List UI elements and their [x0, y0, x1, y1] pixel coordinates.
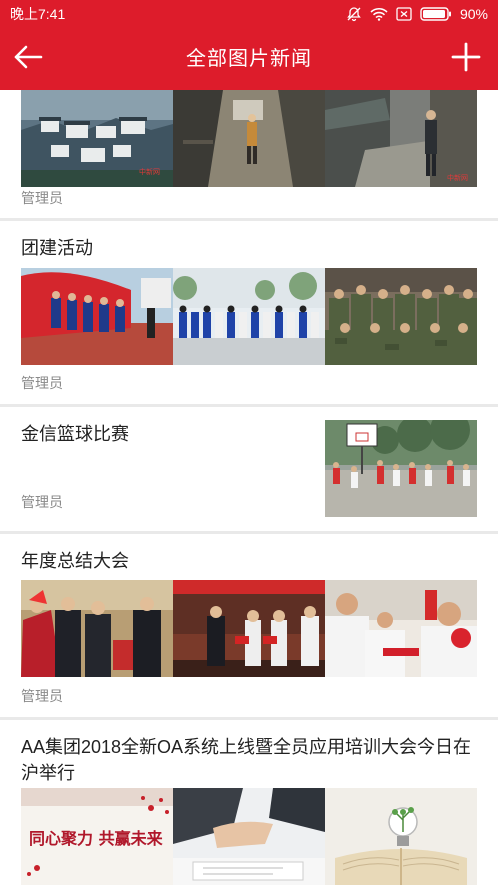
- news-card[interactable]: 金信篮球比赛 管理员: [0, 407, 498, 531]
- add-button[interactable]: [448, 41, 484, 77]
- status-time: 晚上7:41: [10, 6, 66, 22]
- news-title: 年度总结大会: [21, 551, 129, 571]
- news-thumbnail-banner: 同心聚力 共赢未来: [21, 788, 173, 885]
- news-title: 金信篮球比赛: [21, 424, 129, 444]
- news-thumbnail-basketball: [325, 420, 477, 517]
- watermark-text: 中新网: [447, 173, 468, 182]
- status-icons: 90%: [346, 6, 488, 22]
- news-thumbnail-handover: [325, 580, 477, 677]
- news-thumbnail-relay: [173, 268, 325, 365]
- sim-icon: [396, 7, 412, 21]
- news-author: 管理员: [21, 688, 63, 704]
- news-author: 管理员: [21, 375, 63, 391]
- news-author: 管理员: [21, 494, 63, 510]
- news-thumbnail-team-tent: [21, 268, 173, 365]
- news-card[interactable]: 团建活动 管理员: [0, 221, 498, 404]
- plus-icon: [451, 42, 481, 77]
- status-bar: 晚上7:41 90%: [0, 0, 498, 28]
- news-thumbnail-street: 中新网: [325, 90, 477, 187]
- news-thumbnail-military-group: [325, 268, 477, 365]
- app-header: 全部图片新闻: [0, 28, 498, 90]
- page-title: 全部图片新闻: [186, 48, 312, 70]
- news-title: AA集团2018全新OA系统上线暨全员应用培训大会今日在沪举行: [21, 737, 472, 783]
- news-thumbnail-award-ceremony: [173, 580, 325, 677]
- news-card[interactable]: 中新网 中新网 管理员: [0, 90, 498, 218]
- wifi-icon: [370, 7, 388, 21]
- news-title: 团建活动: [21, 238, 93, 258]
- news-card[interactable]: 年度总结大会 管理员: [0, 534, 498, 717]
- news-list-screen: 晚上7:41 90% 全部图片新闻 中新网 中新网 管理员 团建活动 管理员 金…: [0, 0, 498, 886]
- news-thumbnail-alley: [173, 90, 325, 187]
- news-feed: 中新网 中新网 管理员 团建活动 管理员 金信篮球比赛 管理员 年度总结大会 管…: [0, 90, 498, 886]
- news-author: 管理员: [21, 190, 63, 206]
- banner-text: 同心聚力 共赢未来: [29, 829, 164, 848]
- news-card[interactable]: AA集团2018全新OA系统上线暨全员应用培训大会今日在沪举行 同心聚力 共赢未…: [0, 720, 498, 886]
- mute-icon: [346, 6, 362, 22]
- battery-level: 90%: [459, 6, 488, 22]
- news-thumbnail-handshake: [173, 788, 325, 885]
- news-thumbnail-book-bulb: [325, 788, 477, 885]
- news-thumbnail-village: 中新网: [21, 90, 173, 187]
- battery-icon: [420, 7, 452, 21]
- watermark-text: 中新网: [139, 167, 160, 176]
- news-thumbnail-annual-meeting: [21, 580, 173, 677]
